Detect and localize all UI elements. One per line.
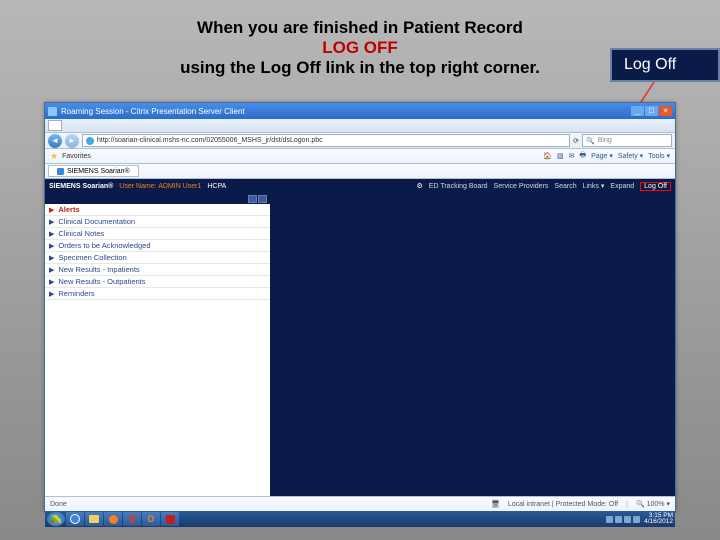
app-body: ▶ Alerts ▶ Clinical Documentation ▶ Clin…	[45, 193, 675, 496]
taskbar-media-button[interactable]	[104, 512, 122, 526]
sidebar-item-new-results-in[interactable]: ▶ New Results - Inpatients	[45, 264, 270, 276]
sidebar-item-clinical-notes[interactable]: ▶ Clinical Notes	[45, 228, 270, 240]
status-bar: Done 🖥 Local intranet | Protected Mode: …	[45, 496, 675, 511]
chevron-right-icon: ▶	[49, 278, 54, 286]
chevron-right-icon: ▶	[49, 230, 54, 238]
clock-date: 4/16/2012	[644, 519, 673, 526]
ie-menu-bar	[45, 119, 675, 133]
sidebar-item-new-results-out[interactable]: ▶ New Results - Outpatients	[45, 276, 270, 288]
window-icon	[48, 107, 57, 116]
favorites-star-icon[interactable]: ★	[50, 151, 58, 162]
chevron-right-icon: ▶	[49, 206, 54, 214]
favorites-label: Favorites	[62, 153, 91, 160]
sidebar-ctrl-1[interactable]	[248, 195, 257, 203]
feed-icon[interactable]: ▧	[557, 152, 564, 160]
url-text: http://soarian-clinical.mshs-nc.com/0205…	[97, 137, 323, 144]
sidebar-label: Alerts	[58, 205, 79, 214]
service-providers-link[interactable]: Service Providers	[494, 183, 549, 190]
ie-tab-bar: SIEMENS Soarian®	[45, 164, 675, 179]
ie-command-bar: 🏠 ▧ ✉ 🖶 Page ▾ Safety ▾ Tools ▾	[543, 151, 670, 162]
chevron-right-icon: ▶	[49, 218, 54, 226]
sidebar: ▶ Alerts ▶ Clinical Documentation ▶ Clin…	[45, 193, 270, 496]
window-title: Roaming Session - Citrix Presentation Se…	[61, 107, 245, 116]
sidebar-label: Orders to be Acknowledged	[58, 241, 150, 250]
app-header: SIEMENS Soarian® User Name: ADMIN User1 …	[45, 179, 675, 193]
taskbar-app-button-2[interactable]	[161, 512, 179, 526]
chevron-right-icon: ▶	[49, 290, 54, 298]
maximize-button[interactable]: ☐	[645, 106, 658, 116]
refresh-button[interactable]: ⟳	[573, 137, 579, 145]
logoff-link[interactable]: Log Off	[640, 182, 671, 191]
logoff-callout: Log Off	[610, 48, 720, 82]
sidebar-controls	[45, 193, 270, 204]
forward-button[interactable]: ►	[65, 134, 79, 148]
hipaa-label: HCPA	[207, 183, 226, 190]
logoff-callout-label: Log Off	[624, 56, 676, 74]
sidebar-label: New Results - Inpatients	[58, 265, 139, 274]
status-done: Done	[50, 501, 67, 508]
tab-icon	[57, 168, 64, 175]
taskbar-ie-button[interactable]	[66, 512, 84, 526]
app-brand: SIEMENS Soarian®	[49, 183, 113, 190]
sidebar-item-clinical-doc[interactable]: ▶ Clinical Documentation	[45, 216, 270, 228]
browser-tab[interactable]: SIEMENS Soarian®	[48, 165, 139, 177]
safety-menu[interactable]: Safety ▾	[618, 152, 643, 160]
tray-icon[interactable]	[624, 516, 631, 523]
links-menu[interactable]: Links ▾	[583, 182, 605, 190]
address-bar[interactable]: http://soarian-clinical.mshs-nc.com/0205…	[82, 134, 570, 147]
minimize-button[interactable]: _	[631, 106, 644, 116]
sidebar-item-specimen[interactable]: ▶ Specimen Collection	[45, 252, 270, 264]
globe-icon	[86, 137, 94, 145]
taskbar-explorer-button[interactable]	[85, 512, 103, 526]
tools-menu[interactable]: Tools ▾	[648, 152, 670, 160]
windows-taskbar: O 3:15 PM 4/16/2012	[45, 511, 675, 527]
sidebar-label: Clinical Documentation	[58, 217, 135, 226]
ed-tracking-link[interactable]: ED Tracking Board	[429, 183, 488, 190]
expand-link[interactable]: Expand	[610, 183, 634, 190]
chevron-right-icon: ▶	[49, 254, 54, 262]
close-button[interactable]: ✕	[659, 106, 672, 116]
taskbar-app-button-1[interactable]: O	[142, 512, 160, 526]
zone-icon: 🖥	[491, 500, 500, 508]
sidebar-ctrl-2[interactable]	[258, 195, 267, 203]
window-titlebar: Roaming Session - Citrix Presentation Se…	[45, 103, 675, 119]
chevron-right-icon: ▶	[49, 242, 54, 250]
gear-icon[interactable]: ⚙	[417, 182, 423, 190]
back-button[interactable]: ◄	[48, 134, 62, 148]
home-icon[interactable]: 🏠	[543, 152, 552, 160]
mail-icon[interactable]: ✉	[569, 152, 575, 160]
sidebar-label: Clinical Notes	[58, 229, 104, 238]
taskbar-clock[interactable]: 3:15 PM 4/16/2012	[644, 513, 673, 526]
tray-icon[interactable]	[633, 516, 640, 523]
print-icon[interactable]: 🖶	[579, 151, 586, 162]
search-placeholder: Bing	[598, 137, 612, 144]
sidebar-item-reminders[interactable]: ▶ Reminders	[45, 288, 270, 300]
main-content-area	[270, 193, 675, 496]
favorites-bar: ★ Favorites 🏠 ▧ ✉ 🖶 Page ▾ Safety ▾ Tool…	[45, 149, 675, 164]
search-icon: 🔍	[586, 137, 595, 145]
search-input[interactable]: 🔍 Bing	[582, 134, 672, 147]
ie-session-tab[interactable]	[48, 120, 62, 131]
taskbar-pause-button[interactable]	[123, 512, 141, 526]
zoom-control[interactable]: 🔍 100% ▾	[636, 500, 670, 508]
user-label: User Name: ADMIN User1	[119, 183, 201, 190]
windows-logo-icon	[51, 515, 61, 523]
title-line-1: When you are finished in Patient Record	[0, 18, 720, 38]
sidebar-item-orders-ack[interactable]: ▶ Orders to be Acknowledged	[45, 240, 270, 252]
search-link[interactable]: Search	[554, 183, 576, 190]
screenshot-window: Roaming Session - Citrix Presentation Se…	[44, 102, 676, 512]
chevron-right-icon: ▶	[49, 266, 54, 274]
sidebar-label: New Results - Outpatients	[58, 277, 145, 286]
address-row: ◄ ► http://soarian-clinical.mshs-nc.com/…	[45, 133, 675, 149]
tab-label: SIEMENS Soarian®	[67, 168, 130, 175]
sidebar-label: Specimen Collection	[58, 253, 126, 262]
tray-icon[interactable]	[615, 516, 622, 523]
tray-icon[interactable]	[606, 516, 613, 523]
system-tray[interactable]	[606, 516, 640, 523]
sidebar-item-alerts[interactable]: ▶ Alerts	[45, 204, 270, 216]
start-button[interactable]	[47, 512, 65, 526]
page-menu[interactable]: Page ▾	[591, 152, 613, 160]
sidebar-label: Reminders	[58, 289, 94, 298]
security-zone: Local intranet | Protected Mode: Off	[508, 501, 618, 508]
